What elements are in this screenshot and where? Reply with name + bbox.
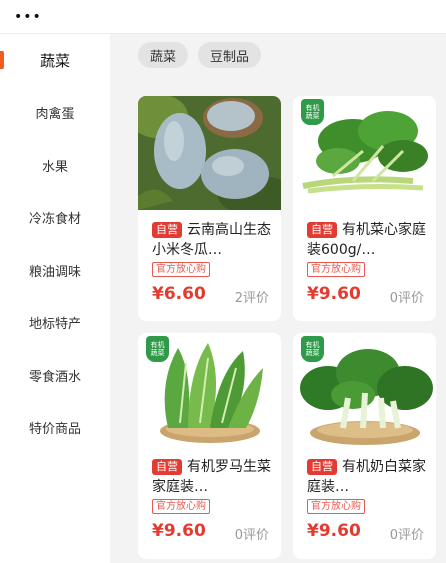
review-count: 0评价 <box>389 291 424 306</box>
sidebar-item-label: 地标特产 <box>28 317 81 333</box>
official-assurance-badge: 官方放心购 <box>307 262 365 277</box>
sidebar-item-local-specialty[interactable]: 地标特产 <box>0 297 110 350</box>
product-title-block: 自营 有机罗马生菜家庭装… <box>152 457 274 497</box>
product-card[interactable]: 有机 蔬菜 自营 有机罗马生菜家庭装… 官方放心购 ¥9.60 0评价 <box>138 333 281 559</box>
review-count: 0评价 <box>234 528 269 543</box>
product-image-winter-melon <box>138 96 281 216</box>
product-image-choy-sum: 有机 蔬菜 <box>293 96 436 210</box>
sidebar-item-grain-oil[interactable]: 粮油调味 <box>0 244 110 297</box>
category-sidebar: 蔬菜 肉禽蛋 水果 冷冻食材 粮油调味 地标特产 零食酒水 特价商品 <box>0 34 110 563</box>
sidebar-item-label: 水果 <box>41 159 68 175</box>
sidebar-item-meat-poultry-eggs[interactable]: 肉禽蛋 <box>0 87 110 140</box>
product-price: ¥6.60 <box>152 284 206 304</box>
sidebar-item-label: 肉禽蛋 <box>35 107 75 123</box>
review-count: 0评价 <box>389 528 424 543</box>
official-assurance-badge: 官方放心购 <box>152 262 210 277</box>
product-title-block: 自营 云南高山生态小米冬瓜… <box>152 220 274 260</box>
organic-badge: 有机 蔬菜 <box>301 336 324 362</box>
chip-vegetables[interactable]: 蔬菜 <box>138 42 189 68</box>
sidebar-item-label: 冷冻食材 <box>28 212 81 228</box>
product-price: ¥9.60 <box>152 521 206 541</box>
chip-soy-products[interactable]: 豆制品 <box>198 42 262 68</box>
self-operated-badge: 自营 <box>307 459 337 475</box>
product-area: 蔬菜 豆制品 自营 云南高山生态小米冬瓜… 官方放心购 ¥6.60 2评价 有机… <box>110 34 446 563</box>
sidebar-item-vegetables[interactable]: 蔬菜 <box>0 34 110 87</box>
sidebar-item-fruit[interactable]: 水果 <box>0 139 110 192</box>
more-menu-icon[interactable]: ••• <box>14 10 42 24</box>
official-assurance-badge: 官方放心购 <box>307 499 365 514</box>
official-assurance-badge: 官方放心购 <box>152 499 210 514</box>
active-indicator <box>0 51 4 69</box>
organic-badge: 有机 蔬菜 <box>301 99 324 125</box>
sidebar-item-label: 特价商品 <box>28 422 81 438</box>
organic-badge: 有机 蔬菜 <box>146 336 169 362</box>
sidebar-item-frozen[interactable]: 冷冻食材 <box>0 192 110 245</box>
subcategory-chips: 蔬菜 豆制品 <box>138 42 262 68</box>
top-bar: ••• <box>0 0 446 34</box>
product-title-block: 自营 有机奶白菜家庭装… <box>307 457 429 497</box>
product-card[interactable]: 有机 蔬菜 自营 有机奶白菜家庭装… 官方放心购 ¥9.60 0评价 <box>293 333 436 559</box>
sidebar-item-label: 粮油调味 <box>28 264 81 280</box>
self-operated-badge: 自营 <box>307 222 337 238</box>
product-card[interactable]: 有机 蔬菜 自营 有机菜心家庭装600g/… 官方放心购 ¥9.60 0评价 <box>293 96 436 321</box>
sidebar-item-snacks-drinks[interactable]: 零食酒水 <box>0 349 110 402</box>
self-operated-badge: 自营 <box>152 459 182 475</box>
product-card[interactable]: 自营 云南高山生态小米冬瓜… 官方放心购 ¥6.60 2评价 <box>138 96 281 321</box>
product-price: ¥9.60 <box>307 284 361 304</box>
product-image-romaine-lettuce: 有机 蔬菜 <box>138 333 281 447</box>
sidebar-item-label: 蔬菜 <box>39 51 70 70</box>
self-operated-badge: 自营 <box>152 222 182 238</box>
product-price: ¥9.60 <box>307 521 361 541</box>
product-title-block: 自营 有机菜心家庭装600g/… <box>307 220 429 260</box>
review-count: 2评价 <box>234 291 269 306</box>
sidebar-item-label: 零食酒水 <box>28 369 81 385</box>
product-image-bok-choy: 有机 蔬菜 <box>293 333 436 447</box>
sidebar-item-special-offers[interactable]: 特价商品 <box>0 402 110 455</box>
